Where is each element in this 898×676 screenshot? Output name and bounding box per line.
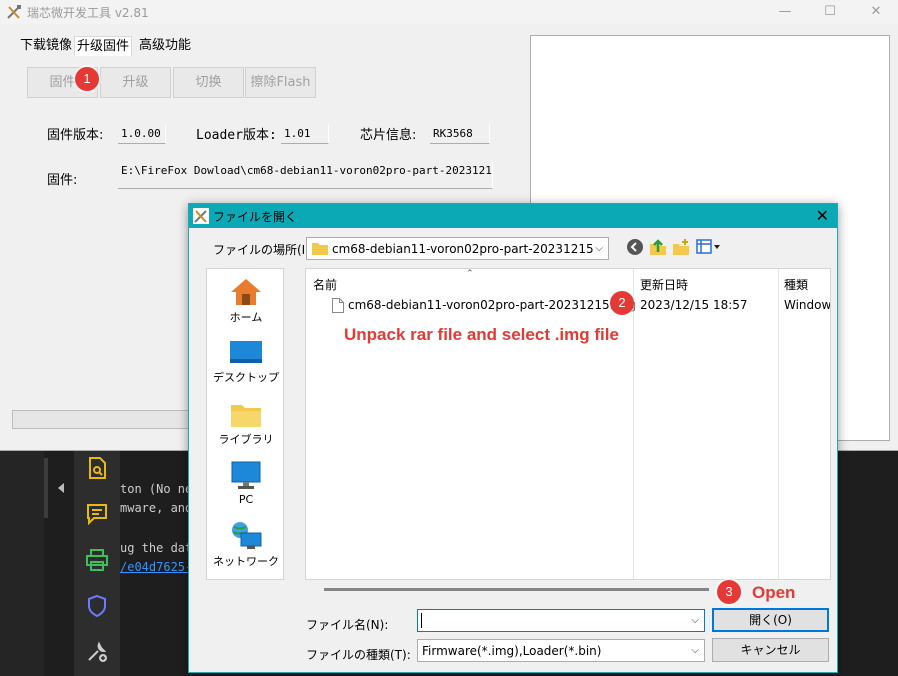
open-file-dialog: ファイルを開く ✕ ファイルの場所(I): cm68-debian11-voro… bbox=[188, 203, 838, 673]
open-annotation: Open bbox=[752, 583, 796, 602]
sort-ascending-icon: ⌃ bbox=[466, 269, 474, 279]
tab-advanced[interactable]: 高级功能 bbox=[137, 36, 193, 56]
look-in-dropdown[interactable]: cm68-debian11-voron02pro-part-20231215 ⌵ bbox=[306, 237, 609, 260]
place-desktop-label: デスクトップ bbox=[213, 371, 279, 384]
title-bar: 瑞芯微开发工具 v2.81 — ☐ ✕ bbox=[0, 0, 898, 24]
place-home[interactable]: ホーム bbox=[207, 277, 285, 325]
place-network-label: ネットワーク bbox=[213, 555, 279, 568]
column-name-header[interactable]: 名前 bbox=[313, 276, 337, 293]
loader-version-label: Loader版本: bbox=[196, 128, 277, 143]
place-network[interactable]: ネットワーク bbox=[207, 521, 285, 569]
desktop-icon bbox=[230, 341, 262, 363]
home-icon bbox=[231, 279, 261, 305]
place-pc-label: PC bbox=[238, 493, 254, 506]
step-badge: 1 bbox=[75, 67, 99, 91]
collapse-arrow-icon[interactable] bbox=[58, 483, 64, 493]
tools-icon bbox=[7, 5, 21, 19]
file-name-input[interactable]: ⌵ bbox=[417, 609, 705, 632]
look-in-label: ファイルの場所(I): bbox=[213, 243, 314, 257]
dialog-title-bar: ファイルを開く ✕ bbox=[189, 204, 837, 228]
chip-info-field: RK3568 bbox=[430, 124, 490, 144]
background-text-line: ton (No ne bbox=[120, 482, 193, 496]
background-activity-bar bbox=[74, 450, 120, 676]
chevron-down-icon[interactable]: ⌵ bbox=[691, 615, 699, 626]
look-in-value: cm68-debian11-voron02pro-part-20231215 bbox=[332, 242, 594, 256]
open-button[interactable]: 開く(O) bbox=[712, 608, 829, 632]
print-icon[interactable] bbox=[85, 548, 109, 572]
step-badge: 3 bbox=[717, 580, 741, 604]
close-button[interactable]: ✕ bbox=[856, 0, 896, 24]
file-row[interactable]: cm68-debian11-voron02pro-part-20231215.i… bbox=[306, 296, 831, 316]
step-badge: 2 bbox=[610, 291, 634, 315]
horizontal-scrollbar[interactable] bbox=[324, 588, 709, 591]
window-title: 瑞芯微开发工具 v2.81 bbox=[27, 6, 149, 20]
network-icon bbox=[232, 522, 262, 549]
file-search-icon[interactable] bbox=[85, 456, 109, 480]
file-modified-cell: 2023/12/15 18:57 bbox=[640, 298, 748, 312]
shield-icon[interactable] bbox=[85, 594, 109, 618]
back-icon[interactable] bbox=[626, 238, 644, 256]
file-name-cell: cm68-debian11-voron02pro-part-20231215.i… bbox=[348, 298, 637, 312]
file-type-value: Firmware(*.img),Loader(*.bin) bbox=[422, 644, 602, 658]
maximize-button[interactable]: ☐ bbox=[810, 0, 850, 24]
file-type-dropdown[interactable]: Firmware(*.img),Loader(*.bin) ⌵ bbox=[417, 639, 705, 662]
chevron-down-icon: ⌵ bbox=[595, 243, 603, 254]
up-folder-icon[interactable] bbox=[649, 238, 667, 256]
upgrade-button[interactable]: 升级 bbox=[100, 67, 171, 98]
place-desktop[interactable]: デスクトップ bbox=[207, 339, 285, 385]
background-link[interactable]: /e04d7625- bbox=[120, 560, 192, 574]
background-side-strip bbox=[0, 450, 44, 676]
firmware-path-label: 固件: bbox=[47, 173, 78, 188]
file-icon bbox=[332, 298, 344, 313]
dialog-title: ファイルを開く bbox=[213, 210, 298, 224]
place-library-label: ライブラリ bbox=[218, 433, 274, 446]
minimize-button[interactable]: — bbox=[765, 0, 805, 24]
comment-icon[interactable] bbox=[85, 502, 109, 526]
chip-info-label: 芯片信息: bbox=[360, 128, 417, 143]
settings-wrench-icon[interactable] bbox=[85, 640, 109, 664]
file-type-cell: Windows bbox=[784, 298, 831, 312]
background-text-line: mware, and bbox=[120, 501, 193, 515]
firmware-version-label: 固件版本: bbox=[47, 128, 104, 143]
background-text-line: ug the dat bbox=[120, 541, 193, 555]
pc-icon bbox=[231, 461, 261, 489]
places-bar: ホーム デスクトップ ライブラリ PC ネットワーク bbox=[206, 268, 284, 580]
tab-download-image[interactable]: 下载镜像 bbox=[18, 36, 74, 56]
folder-icon bbox=[312, 243, 328, 255]
place-home-label: ホーム bbox=[229, 311, 263, 324]
cancel-button[interactable]: キャンセル bbox=[712, 638, 829, 662]
column-type-header[interactable]: 種類 bbox=[784, 276, 808, 293]
file-list: ⌃ 名前 更新日時 種類 cm68-debian11-voron02pro-pa… bbox=[305, 268, 831, 580]
instruction-annotation: Unpack rar file and select .img file bbox=[344, 325, 619, 344]
tab-upgrade-firmware[interactable]: 升级固件 bbox=[74, 36, 133, 56]
place-library[interactable]: ライブラリ bbox=[207, 401, 285, 447]
column-modified-header[interactable]: 更新日時 bbox=[640, 276, 688, 293]
text-caret bbox=[421, 613, 422, 628]
background-divider bbox=[44, 458, 48, 518]
new-folder-icon[interactable] bbox=[672, 238, 690, 256]
file-name-label: ファイル名(N): bbox=[306, 618, 389, 632]
firmware-path-field[interactable]: E:\FireFox Dowload\cm68-debian11-voron02… bbox=[118, 162, 493, 189]
library-icon bbox=[231, 405, 261, 427]
loader-version-field: 1.01 bbox=[281, 124, 329, 144]
view-menu-icon[interactable] bbox=[696, 238, 722, 256]
chevron-down-icon: ⌵ bbox=[691, 645, 699, 656]
firmware-version-field: 1.0.00 bbox=[118, 124, 166, 144]
file-type-label: ファイルの種類(T): bbox=[306, 648, 411, 662]
erase-flash-button[interactable]: 擦除Flash bbox=[245, 67, 316, 98]
switch-button[interactable]: 切换 bbox=[173, 67, 244, 98]
tools-icon bbox=[193, 208, 209, 224]
place-pc[interactable]: PC bbox=[207, 461, 285, 506]
dialog-close-button[interactable]: ✕ bbox=[816, 206, 829, 225]
